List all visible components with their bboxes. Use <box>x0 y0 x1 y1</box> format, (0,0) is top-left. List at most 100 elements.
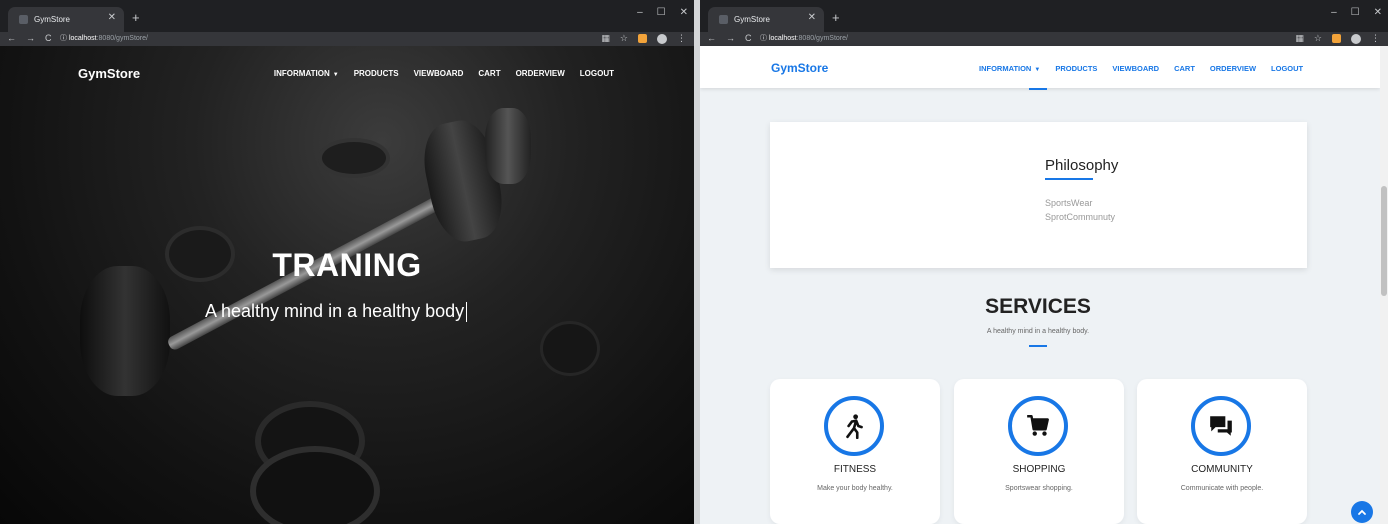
profile-icon[interactable] <box>1351 33 1361 44</box>
nav-menu: INFORMATION ▼ PRODUCTS VIEWBOARD CART ORD… <box>274 69 614 78</box>
toolbar-icons: ▦ ☆ ⋮ <box>601 33 686 44</box>
profile-icon[interactable] <box>657 33 667 44</box>
tab-strip: GymStore ✕ + – ☐ ✕ <box>0 0 694 32</box>
nav-item-logout[interactable]: LOGOUT <box>580 69 614 78</box>
services-subtitle: A healthy mind in a healthy body. <box>986 328 1090 335</box>
maximize-icon[interactable]: ☐ <box>1351 7 1360 18</box>
address-host: localhost <box>68 35 97 42</box>
philosophy-title: Philosophy <box>1045 157 1119 174</box>
service-card-fitness[interactable]: FITNESS Make your body healthy. <box>770 379 940 524</box>
window-controls: – ☐ ✕ <box>1331 7 1382 18</box>
tab-close-icon[interactable]: ✕ <box>808 12 816 23</box>
site-navbar: GymStore INFORMATION ▼ PRODUCTS VIEWBOARD… <box>700 46 1380 88</box>
extension-icon[interactable] <box>638 34 647 43</box>
reload-icon[interactable]: C <box>745 33 752 43</box>
nav-item-information[interactable]: INFORMATION ▼ <box>979 64 1040 73</box>
info-icon[interactable]: ⓘ <box>60 35 67 42</box>
nav-item-orderview[interactable]: ORDERVIEW <box>1210 64 1256 73</box>
browser-tab[interactable]: GymStore ✕ <box>708 7 824 32</box>
nav-item-cart[interactable]: CART <box>478 69 500 78</box>
minimize-icon[interactable]: – <box>1331 7 1337 18</box>
nav-buttons: ← → C <box>707 33 752 43</box>
philosophy-card: Philosophy SportsWear SprotCommunuty <box>770 122 1307 268</box>
nav-menu: INFORMATION ▼ PRODUCTS VIEWBOARD CART ORD… <box>979 64 1303 73</box>
nav-item-viewboard[interactable]: VIEWBOARD <box>1112 64 1159 73</box>
close-window-icon[interactable]: ✕ <box>680 7 688 18</box>
philosophy-item: SportsWear <box>1045 198 1093 208</box>
title-underline <box>1029 345 1047 347</box>
forward-icon[interactable]: → <box>26 33 35 43</box>
back-icon[interactable]: ← <box>7 33 16 43</box>
weight-plate-image <box>80 266 170 396</box>
back-icon[interactable]: ← <box>707 33 716 43</box>
walking-person-icon <box>824 396 884 456</box>
scrollbar-thumb[interactable] <box>1381 186 1387 296</box>
nav-item-label: INFORMATION <box>979 64 1032 73</box>
nav-active-indicator <box>1029 88 1047 90</box>
card-description: Make your body healthy. <box>817 485 893 492</box>
favicon-icon <box>719 15 728 24</box>
address-bar[interactable]: ⓘ localhost:8080/gymStore/ <box>60 33 148 43</box>
info-icon[interactable]: ⓘ <box>760 35 767 42</box>
tab-close-icon[interactable]: ✕ <box>108 12 116 23</box>
service-card-community[interactable]: COMMUNITY Communicate with people. <box>1137 379 1307 524</box>
nav-item-products[interactable]: PRODUCTS <box>354 69 399 78</box>
toolbar-icons: ▦ ☆ ⋮ <box>1295 33 1380 44</box>
nav-item-viewboard[interactable]: VIEWBOARD <box>414 69 464 78</box>
card-description: Communicate with people. <box>1180 485 1264 492</box>
address-host: localhost <box>768 35 797 42</box>
brand-logo[interactable]: GymStore <box>771 61 828 75</box>
new-tab-icon[interactable]: + <box>832 10 840 25</box>
menu-icon[interactable]: ⋮ <box>1371 33 1380 44</box>
card-title: FITNESS <box>833 464 877 475</box>
nav-item-information[interactable]: INFORMATION ▼ <box>274 69 339 78</box>
hero-subtitle-text: A healthy mind in a healthy body <box>205 301 465 321</box>
scroll-to-top-button[interactable] <box>1351 501 1373 523</box>
card-title: COMMUNITY <box>1191 464 1253 475</box>
browser-toolbar: ← → C ⓘ localhost:8080/gymStore/ ▦ ☆ ⋮ <box>0 32 694 46</box>
browser-tab[interactable]: GymStore ✕ <box>8 7 124 32</box>
screen: GymStore ✕ + – ☐ ✕ ← → C ⓘ localhost:808… <box>0 0 1388 524</box>
page-scrollbar[interactable] <box>1380 46 1388 524</box>
site-navbar: GymStore INFORMATION ▼ PRODUCTS VIEWBOARD… <box>78 66 614 86</box>
tab-title: GymStore <box>34 15 71 24</box>
service-card-shopping[interactable]: SHOPPING Sportswear shopping. <box>954 379 1124 524</box>
close-window-icon[interactable]: ✕ <box>1374 7 1382 18</box>
menu-icon[interactable]: ⋮ <box>677 33 686 44</box>
extension-icon[interactable] <box>1332 34 1341 43</box>
weight-plate-image <box>540 321 600 376</box>
tab-title: GymStore <box>734 15 771 24</box>
bookmark-star-icon[interactable]: ☆ <box>620 33 628 44</box>
card-title: SHOPPING <box>1012 464 1066 475</box>
translate-icon[interactable]: ▦ <box>1295 33 1304 44</box>
weight-plate-image <box>318 138 390 178</box>
weight-plate-image <box>250 446 380 524</box>
bookmark-star-icon[interactable]: ☆ <box>1314 33 1322 44</box>
reload-icon[interactable]: C <box>45 33 52 43</box>
nav-item-orderview[interactable]: ORDERVIEW <box>516 69 565 78</box>
right-browser-window: GymStore ✕ + – ☐ ✕ ← → C ⓘ localhost:808… <box>700 0 1388 524</box>
address-path: :8080/gymStore/ <box>796 35 848 42</box>
maximize-icon[interactable]: ☐ <box>657 7 666 18</box>
address-bar[interactable]: ⓘ localhost:8080/gymStore/ <box>760 33 848 43</box>
nav-item-products[interactable]: PRODUCTS <box>1055 64 1097 73</box>
hero-section: GymStore INFORMATION ▼ PRODUCTS VIEWBOARD… <box>0 46 694 524</box>
caret-down-icon: ▼ <box>1034 67 1041 73</box>
hero-subtitle: A healthy mind in a healthy body <box>205 301 468 323</box>
forward-icon[interactable]: → <box>726 33 735 43</box>
weight-plate-image <box>485 108 531 184</box>
chevron-up-icon <box>1358 509 1366 515</box>
favicon-icon <box>19 15 28 24</box>
title-underline <box>1045 178 1093 180</box>
address-path: :8080/gymStore/ <box>96 35 148 42</box>
minimize-icon[interactable]: – <box>637 7 643 18</box>
tab-strip: GymStore ✕ + – ☐ ✕ <box>700 0 1388 32</box>
nav-item-cart[interactable]: CART <box>1174 64 1195 73</box>
new-tab-icon[interactable]: + <box>132 10 140 25</box>
nav-item-logout[interactable]: LOGOUT <box>1271 64 1303 73</box>
caret-down-icon: ▼ <box>332 72 339 78</box>
translate-icon[interactable]: ▦ <box>601 33 610 44</box>
left-browser-window: GymStore ✕ + – ☐ ✕ ← → C ⓘ localhost:808… <box>0 0 694 524</box>
browser-toolbar: ← → C ⓘ localhost:8080/gymStore/ ▦ ☆ ⋮ <box>700 32 1388 46</box>
brand-logo[interactable]: GymStore <box>78 66 140 81</box>
